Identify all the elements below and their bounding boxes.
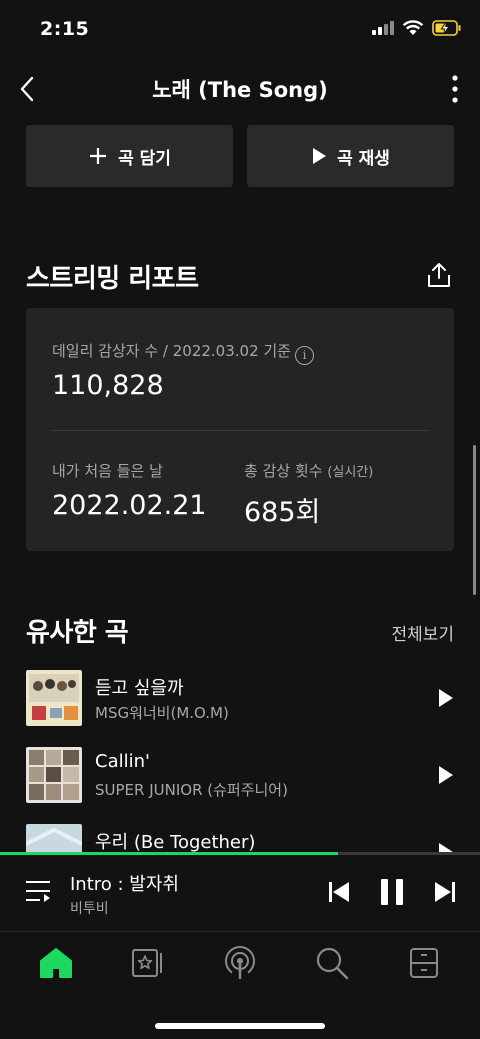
list-item[interactable]: Callin' SUPER JUNIOR (슈퍼주니어) <box>26 747 454 803</box>
queue-icon[interactable] <box>24 879 52 903</box>
status-time: 2:15 <box>40 18 90 40</box>
play-song-button[interactable]: 곡 재생 <box>247 125 454 187</box>
song-artist: MSG워너비(M.O.M) <box>95 704 229 722</box>
action-row: 곡 담기 곡 재생 <box>26 125 454 187</box>
more-options-icon[interactable] <box>450 74 460 104</box>
status-icons <box>372 20 462 36</box>
album-art <box>26 670 82 726</box>
battery-icon <box>432 20 461 36</box>
search-icon <box>316 947 349 980</box>
report-header: 스트리밍 리포트 <box>26 258 454 298</box>
tab-storage[interactable] <box>394 933 454 993</box>
tab-podcast[interactable] <box>210 933 270 993</box>
daily-listeners-label: 데일리 감상자 수 / 2022.03.02 기준 i <box>52 340 314 365</box>
tab-bar <box>0 933 480 1005</box>
share-icon[interactable] <box>426 262 452 288</box>
list-item[interactable]: 우리 (Be Together) <box>26 824 454 852</box>
first-listen-value: 2022.02.21 <box>52 490 207 521</box>
song-title: 듣고 싶을까 <box>95 678 184 699</box>
page-title: 노래 (The Song) <box>152 78 328 102</box>
play-song-label: 곡 재생 <box>337 148 390 169</box>
play-icon[interactable] <box>438 842 454 852</box>
add-song-label: 곡 담기 <box>118 148 171 169</box>
card-divider <box>52 430 428 431</box>
podcast-icon <box>225 946 255 980</box>
plus-icon <box>90 148 107 164</box>
play-icon <box>313 148 327 164</box>
album-art <box>26 747 82 803</box>
previous-icon[interactable] <box>328 881 350 903</box>
daily-listeners-value: 110,828 <box>52 370 164 401</box>
album-art <box>26 824 82 852</box>
player-controls <box>328 878 456 906</box>
song-artist: SUPER JUNIOR (슈퍼주니어) <box>95 781 288 799</box>
pause-icon[interactable] <box>380 878 404 906</box>
status-bar: 2:15 <box>0 0 480 60</box>
top-nav: 노래 (The Song) <box>0 62 480 116</box>
tab-library[interactable] <box>118 933 178 993</box>
progress-track[interactable] <box>0 852 480 855</box>
info-icon[interactable]: i <box>294 346 314 365</box>
progress-fill <box>0 852 339 855</box>
see-all-link[interactable]: 전체보기 <box>391 620 454 645</box>
signal-icon <box>372 21 394 35</box>
report-card: 데일리 감상자 수 / 2022.03.02 기준 i 110,828 내가 처음… <box>26 308 454 551</box>
storage-icon <box>410 948 438 978</box>
total-plays-sublabel: (실시간) <box>327 465 374 480</box>
list-item[interactable]: 듣고 싶을까 MSG워너비(M.O.M) <box>26 670 454 726</box>
home-indicator[interactable] <box>155 1023 325 1029</box>
now-playing-title: Intro : 발자취 <box>70 874 179 895</box>
similar-header: 유사한 곡 전체보기 <box>26 612 454 652</box>
report-title: 스트리밍 리포트 <box>26 264 199 294</box>
library-icon <box>132 949 162 977</box>
song-title: 우리 (Be Together) <box>95 832 256 852</box>
home-icon <box>40 948 72 978</box>
total-plays-value: 685회 <box>244 497 321 528</box>
similar-title: 유사한 곡 <box>26 618 129 648</box>
tab-search[interactable] <box>302 933 362 993</box>
first-listen-label: 내가 처음 들은 날 <box>52 462 163 480</box>
play-icon[interactable] <box>438 688 454 708</box>
add-song-button[interactable]: 곡 담기 <box>26 125 233 187</box>
mini-player[interactable]: Intro : 발자취 비투비 <box>0 852 480 932</box>
song-title: Callin' <box>95 751 150 772</box>
next-icon[interactable] <box>434 881 456 903</box>
now-playing-artist: 비투비 <box>70 901 109 917</box>
tab-home[interactable] <box>26 933 86 993</box>
scrollbar[interactable] <box>473 445 476 595</box>
total-plays-label-text: 총 감상 횟수 <box>244 462 323 480</box>
total-plays-label: 총 감상 횟수 (실시간) <box>244 460 373 481</box>
wifi-icon <box>402 20 424 35</box>
play-icon[interactable] <box>438 765 454 785</box>
daily-listeners-label-text: 데일리 감상자 수 / 2022.03.02 기준 <box>52 342 291 360</box>
